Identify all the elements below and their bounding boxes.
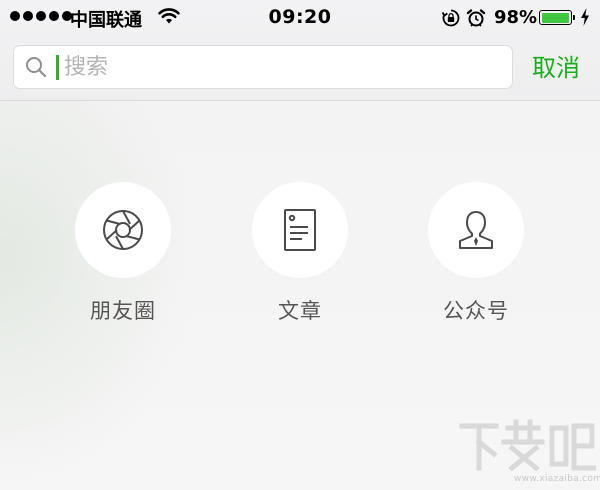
category-official-accounts[interactable]: 公众号 [406, 182, 546, 325]
battery-fill [541, 12, 569, 23]
category-official-circle[interactable] [428, 182, 524, 278]
category-official-label: 公众号 [443, 299, 509, 323]
category-moments-circle[interactable] [75, 182, 171, 278]
rotation-lock-icon [441, 9, 460, 27]
category-articles-circle[interactable] [252, 182, 348, 278]
xiazaiba-logo [459, 419, 596, 472]
status-bar: 中国联通 09:20 98% [0, 0, 600, 36]
category-articles-label: 文章 [278, 299, 322, 323]
search-input[interactable] [64, 46, 504, 88]
battery-tip [573, 15, 575, 20]
battery-icon [539, 10, 572, 25]
search-box[interactable] [13, 45, 513, 89]
search-header: 取消 [0, 36, 600, 100]
camera-aperture-icon [103, 210, 143, 250]
battery-percent: 98% [494, 7, 538, 28]
watermark-url: www.xiazaiba.com [514, 474, 600, 484]
cancel-button[interactable]: 取消 [532, 48, 580, 83]
charging-bolt-icon [581, 8, 589, 26]
category-moments[interactable]: 朋友圈 [53, 182, 193, 325]
wechat-search-screen: 中国联通 09:20 98% 搜索 取消 朋友圈 文章 公众号 www.xiaz… [0, 0, 600, 490]
document-icon [284, 209, 316, 251]
header-divider [0, 100, 600, 101]
person-bust-icon [459, 211, 493, 249]
text-cursor [56, 55, 59, 80]
alarm-icon [466, 9, 486, 27]
category-articles[interactable]: 文章 [230, 182, 370, 325]
category-moments-label: 朋友圈 [90, 299, 156, 323]
search-icon [26, 57, 47, 78]
